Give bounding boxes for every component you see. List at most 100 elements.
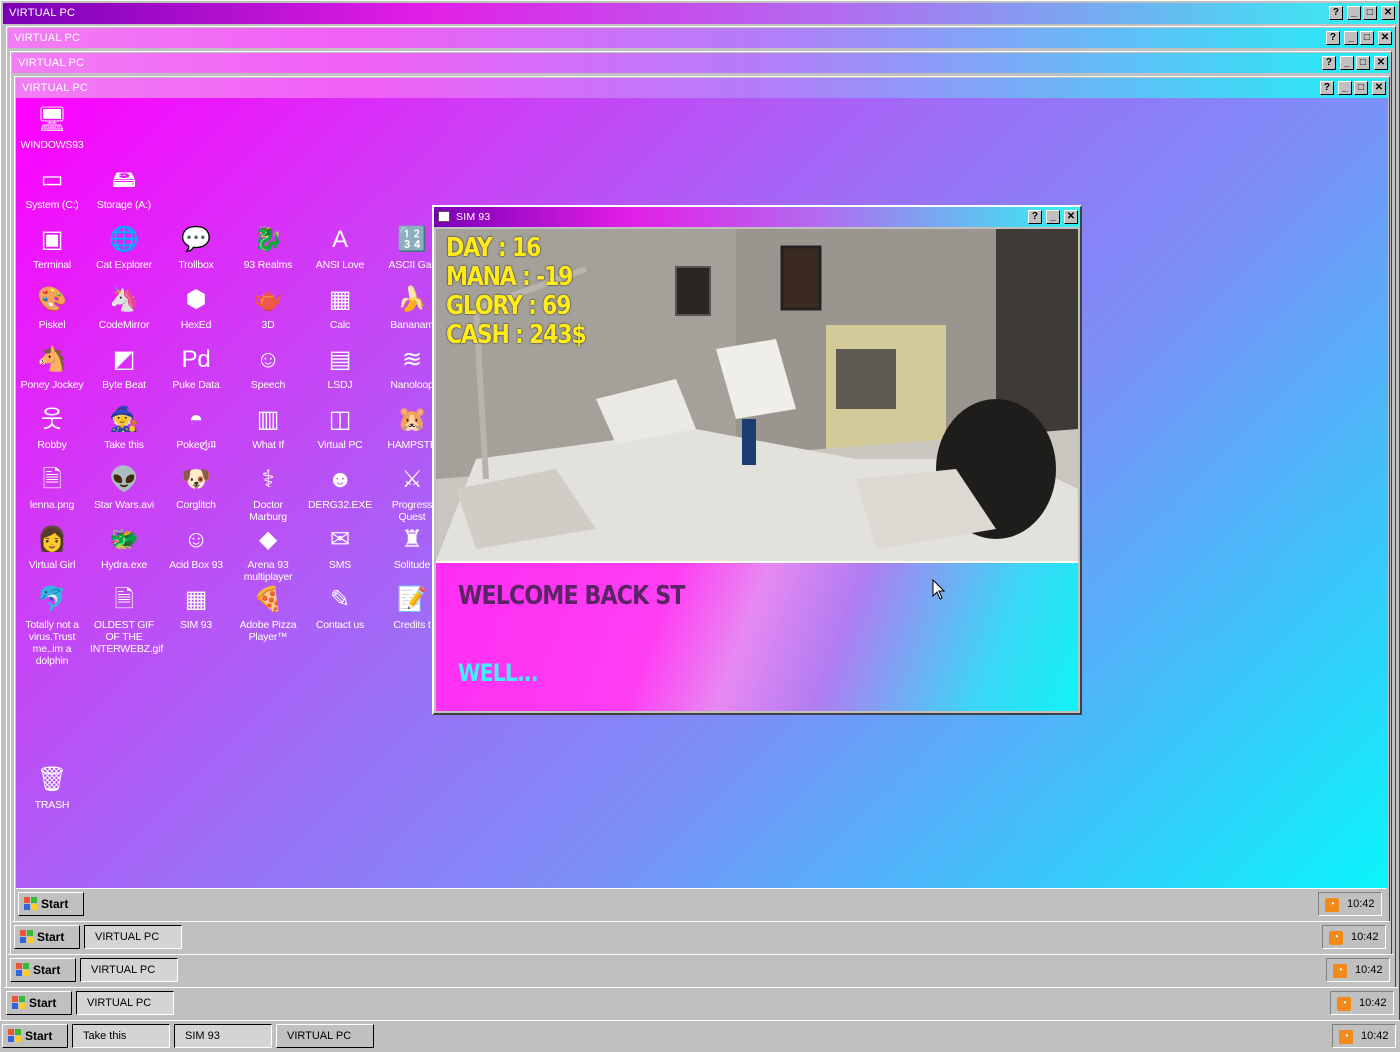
- window-titlebar[interactable]: VIRTUAL PC ? _ □ ✕: [16, 78, 1388, 98]
- help-button[interactable]: ?: [1028, 210, 1042, 224]
- help-button[interactable]: ?: [1329, 6, 1343, 20]
- start-label: Start: [41, 897, 69, 911]
- desktop-icon[interactable]: ⚕ Doctor Marburg: [232, 464, 304, 523]
- desktop-icon[interactable]: ▦ SIM 93: [160, 584, 232, 631]
- rss-icon[interactable]: ◔: [1337, 997, 1351, 1011]
- help-button[interactable]: ?: [1322, 56, 1336, 70]
- dialog-reply-option[interactable]: WELL...: [458, 659, 539, 687]
- desktop-icon[interactable]: 🖥 WINDOWS93: [16, 104, 88, 151]
- start-button[interactable]: Start: [6, 991, 72, 1015]
- window-titlebar[interactable]: VIRTUAL PC ? _ □ ✕: [3, 3, 1397, 24]
- desktop-icon[interactable]: 🫖 3D: [232, 284, 304, 331]
- desktop-icon[interactable]: Pd Puke Data: [160, 344, 232, 391]
- taskbar-item[interactable]: VIRTUAL PC: [276, 1024, 374, 1048]
- desktop-icon-label: 93 Realms: [243, 259, 293, 271]
- desktop-icon[interactable]: ✉ SMS: [304, 524, 376, 571]
- desktop-icon[interactable]: 🧙 Take this: [88, 404, 160, 451]
- desktop-icon[interactable]: 🍕 Adobe Pizza Player™: [232, 584, 304, 643]
- close-button[interactable]: ✕: [1372, 81, 1386, 95]
- desktop-icon[interactable]: 👩 Virtual Girl: [16, 524, 88, 571]
- desktop-icon[interactable]: 🗑 TRASH: [16, 764, 88, 811]
- desktop-icon[interactable]: ◫ Virtual PC: [304, 404, 376, 451]
- help-button[interactable]: ?: [1320, 81, 1334, 95]
- desktop-icon[interactable]: 🖴 Storage (A:): [88, 164, 160, 211]
- window-titlebar[interactable]: VIRTUAL PC ? _ □ ✕: [8, 28, 1394, 48]
- close-button[interactable]: ✕: [1064, 210, 1078, 224]
- desktop-icon[interactable]: 🗎 OLDEST GIF OF THE INTERWEBZ.gif: [88, 584, 163, 655]
- desktop-icon-label: ANSI Love: [315, 259, 365, 271]
- desktop-icon[interactable]: 🎨 Piskel: [16, 284, 88, 331]
- taskbar-item[interactable]: SIM 93: [174, 1024, 272, 1048]
- stat-glory: GLORY : 69: [446, 291, 572, 321]
- close-button[interactable]: ✕: [1374, 56, 1388, 70]
- desktop-icon-label: Storage (A:): [96, 199, 152, 211]
- minimize-button[interactable]: _: [1347, 6, 1361, 20]
- taskbar-item[interactable]: VIRTUAL PC: [80, 958, 178, 982]
- maximize-button[interactable]: □: [1363, 6, 1377, 20]
- crossed-swords-icon: ⚔: [401, 466, 423, 493]
- desktop-icon[interactable]: ▦ Calc: [304, 284, 376, 331]
- desktop-icon[interactable]: 🐴 Poney Jockey: [16, 344, 88, 391]
- start-button[interactable]: Start: [2, 1024, 68, 1048]
- desktop-icon[interactable]: ◆ Arena 93 multiplayer: [232, 524, 304, 583]
- close-button[interactable]: ✕: [1381, 6, 1395, 20]
- minimize-button[interactable]: _: [1340, 56, 1354, 70]
- desktop-icon[interactable]: ▭ System (C:): [16, 164, 88, 211]
- desktop-icon[interactable]: ☺ Acid Box 93: [160, 524, 232, 571]
- desktop-icon[interactable]: ⬢ HexEd: [160, 284, 232, 331]
- yoda-icon: 👽: [109, 466, 139, 493]
- start-button[interactable]: Start: [18, 892, 84, 916]
- start-button[interactable]: Start: [10, 958, 76, 982]
- window-titlebar[interactable]: VIRTUAL PC ? _ □ ✕: [12, 53, 1390, 73]
- desktop-icon[interactable]: 웃 Robby: [16, 404, 88, 451]
- desktop-icon-label: Puke Data: [172, 379, 220, 391]
- start-button[interactable]: Start: [14, 925, 80, 949]
- taskbar-item[interactable]: VIRTUAL PC: [76, 991, 174, 1015]
- close-button[interactable]: ✕: [1378, 31, 1392, 45]
- rss-icon[interactable]: ◔: [1329, 931, 1343, 945]
- taskbar: Start ◔ 10:42: [16, 888, 1386, 920]
- desktop-icon[interactable]: A ANSI Love: [304, 224, 376, 271]
- taskbar-item[interactable]: VIRTUAL PC: [84, 925, 182, 949]
- desktop-icon[interactable]: 👽 Star Wars.avi: [88, 464, 160, 511]
- desktop-icon-label: lenna.png: [29, 499, 75, 511]
- desktop-icon[interactable]: 🌐 Cat Explorer: [88, 224, 160, 271]
- desktop-icon[interactable]: 🦄 CodeMirror: [88, 284, 160, 331]
- desktop-icon[interactable]: ✎ Contact us: [304, 584, 376, 631]
- desktop-icon[interactable]: ▥ What If: [232, 404, 304, 451]
- rss-icon[interactable]: ◔: [1333, 964, 1347, 978]
- help-button[interactable]: ?: [1326, 31, 1340, 45]
- desktop-icon[interactable]: 🐲 Hydra.exe: [88, 524, 160, 571]
- desktop-icon[interactable]: ▤ LSDJ: [304, 344, 376, 391]
- desktop-icon[interactable]: ▣ Terminal: [16, 224, 88, 271]
- desktop-icon-label: Terminal: [32, 259, 72, 271]
- rss-icon[interactable]: ◔: [1325, 898, 1339, 912]
- sim93-titlebar[interactable]: SIM 93 ? _ ✕: [434, 207, 1080, 227]
- rss-icon[interactable]: ◔: [1339, 1030, 1353, 1044]
- maximize-button[interactable]: □: [1354, 81, 1368, 95]
- desktop-icon[interactable]: 🐬 Totally not a virus.Trust me..im a dolp…: [16, 584, 88, 667]
- maximize-button[interactable]: □: [1356, 56, 1370, 70]
- pd-icon: Pd: [181, 346, 211, 373]
- desktop-icon[interactable]: ☺ Speech: [232, 344, 304, 391]
- sim93-title: SIM 93: [456, 211, 491, 223]
- globe-icon: 🌐: [109, 226, 139, 253]
- maximize-button[interactable]: □: [1360, 31, 1374, 45]
- desktop-icon[interactable]: 🐶 Corglitch: [160, 464, 232, 511]
- desktop-icon[interactable]: 💬 Trollbox: [160, 224, 232, 271]
- computer-icon: 🖥: [36, 106, 68, 133]
- minimize-button[interactable]: _: [1046, 210, 1060, 224]
- clock: 10:42: [1347, 898, 1375, 910]
- taskbar-item[interactable]: Take this: [72, 1024, 170, 1048]
- minimize-button[interactable]: _: [1344, 31, 1358, 45]
- chat-icon: 💬: [181, 226, 211, 253]
- dialog-panel: WELCOME BACK ST WELL...: [436, 561, 1078, 711]
- desktop-icon[interactable]: ◓ Pokeღ̸̡ıʇʇ: [160, 404, 232, 451]
- desktop-icon[interactable]: ☻ DERG32.EXE: [304, 464, 376, 511]
- desktop-icon-label: Corglitch: [176, 499, 216, 511]
- desktop-icon[interactable]: ◩ Byte Beat: [88, 344, 160, 391]
- desktop-icon-label: Arena 93 multiplayer: [243, 559, 293, 583]
- desktop-icon[interactable]: 🐉 93 Realms: [232, 224, 304, 271]
- minimize-button[interactable]: _: [1338, 81, 1352, 95]
- desktop-icon[interactable]: 🗎 lenna.png: [16, 464, 88, 511]
